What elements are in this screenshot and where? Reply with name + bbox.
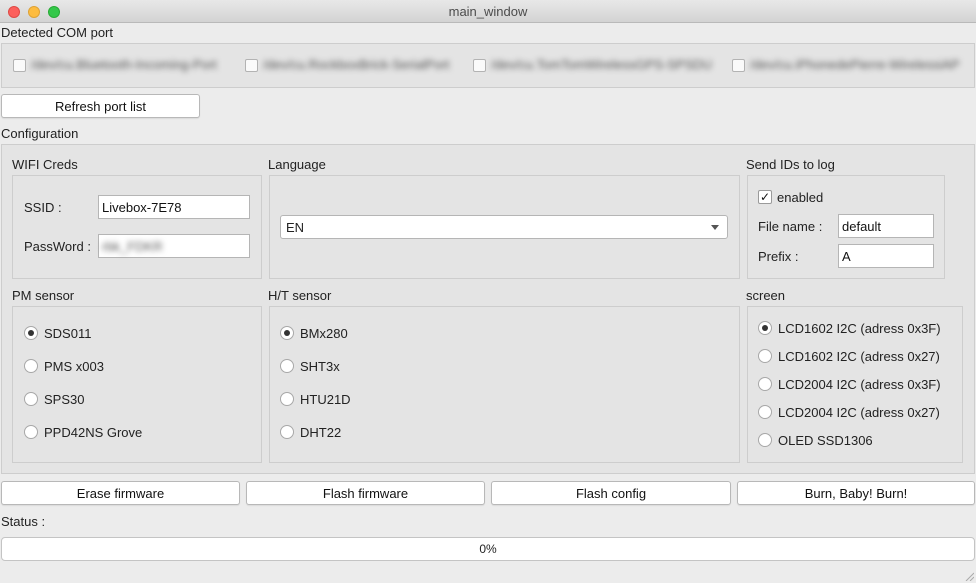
prefix-label: Prefix : [758,249,799,264]
com-port-label-1: /dev/cu.Bluetooth-Incoming-Port [31,57,217,72]
com-port-label-3: /dev/cu.TomTomWirelessGPS-SPSDU [491,57,713,72]
window-title: main_window [448,4,528,19]
com-port-checkbox-1[interactable] [13,59,26,72]
burn-button[interactable]: Burn, Baby! Burn! [737,481,975,505]
radio-label-ht-htu21d: HTU21D [300,392,351,407]
com-port-checkbox-4[interactable] [732,59,745,72]
com-port-label-2: /dev/cu.RockboxBrick-SerialPort [263,57,450,72]
file-name-input[interactable] [838,214,934,238]
radio-ht-bmx280[interactable] [280,326,294,340]
radio-ht-sht3x[interactable] [280,359,294,373]
radio-label-screen-lcd1602-27: LCD1602 I2C (adress 0x27) [778,349,940,364]
password-value: rbk_FDKR [102,238,163,254]
radio-label-pm-sps30: SPS30 [44,392,85,407]
radio-label-pm-sds011: SDS011 [44,326,92,341]
radio-label-pm-ppd42ns: PPD42NS Grove [44,425,143,440]
radio-screen-oled-ssd1306[interactable] [758,433,772,447]
radio-screen-lcd1602-3f[interactable] [758,321,772,335]
status-label: Status : [1,514,46,529]
enabled-checkbox[interactable]: ✓ [758,190,772,204]
enabled-label: enabled [777,190,824,205]
com-port-checkbox-3[interactable] [473,59,486,72]
radio-pm-pmsx003[interactable] [24,359,38,373]
flash-config-button[interactable]: Flash config [491,481,731,505]
wifi-creds-panel [12,175,262,279]
screen-label: screen [746,288,786,303]
flash-firmware-button[interactable]: Flash firmware [246,481,485,505]
radio-label-ht-dht22: DHT22 [300,425,342,440]
language-label: Language [268,157,326,172]
progress-bar: 0% [1,537,975,561]
com-port-panel: /dev/cu.Bluetooth-Incoming-Port /dev/cu.… [1,43,975,88]
radio-ht-dht22[interactable] [280,425,294,439]
chevron-down-icon [711,225,719,230]
radio-label-screen-lcd2004-3f: LCD2004 I2C (adress 0x3F) [778,377,941,392]
com-port-checkbox-2[interactable] [245,59,258,72]
radio-label-pm-pmsx003: PMS x003 [44,359,104,374]
resize-grip-icon[interactable] [964,571,974,581]
radio-label-screen-lcd1602-3f: LCD1602 I2C (adress 0x3F) [778,321,941,336]
configuration-group-label: Configuration [1,126,79,141]
com-port-group-label: Detected COM port [1,25,113,40]
password-label: PassWord : [24,239,91,254]
progress-text: 0% [479,542,497,556]
file-name-label: File name : [758,219,823,234]
prefix-input[interactable] [838,244,934,268]
checkmark-icon: ✓ [759,190,771,204]
radio-pm-sps30[interactable] [24,392,38,406]
pm-sensor-label: PM sensor [12,288,75,303]
language-selected-value: EN [286,219,305,235]
refresh-port-list-button[interactable]: Refresh port list [1,94,200,118]
radio-label-ht-sht3x: SHT3x [300,359,340,374]
radio-pm-sds011[interactable] [24,326,38,340]
ssid-value: Livebox-7E78 [102,199,182,215]
radio-screen-lcd1602-27[interactable] [758,349,772,363]
send-ids-label: Send IDs to log [746,157,835,172]
radio-ht-htu21d[interactable] [280,392,294,406]
language-select[interactable]: EN [280,215,728,239]
ht-sensor-label: H/T sensor [268,288,332,303]
radio-label-screen-oled-ssd1306: OLED SSD1306 [778,433,873,448]
radio-screen-lcd2004-27[interactable] [758,405,772,419]
wifi-creds-label: WIFI Creds [12,157,78,172]
password-input[interactable]: rbk_FDKR [98,234,250,258]
radio-pm-ppd42ns[interactable] [24,425,38,439]
erase-firmware-button[interactable]: Erase firmware [1,481,240,505]
ssid-label: SSID : [24,200,62,215]
radio-label-ht-bmx280: BMx280 [300,326,348,341]
radio-label-screen-lcd2004-27: LCD2004 I2C (adress 0x27) [778,405,940,420]
radio-screen-lcd2004-3f[interactable] [758,377,772,391]
ssid-input[interactable]: Livebox-7E78 [98,195,250,219]
com-port-label-4: /dev/cu.iPhonedePierre-WirelessiAP [750,57,960,72]
